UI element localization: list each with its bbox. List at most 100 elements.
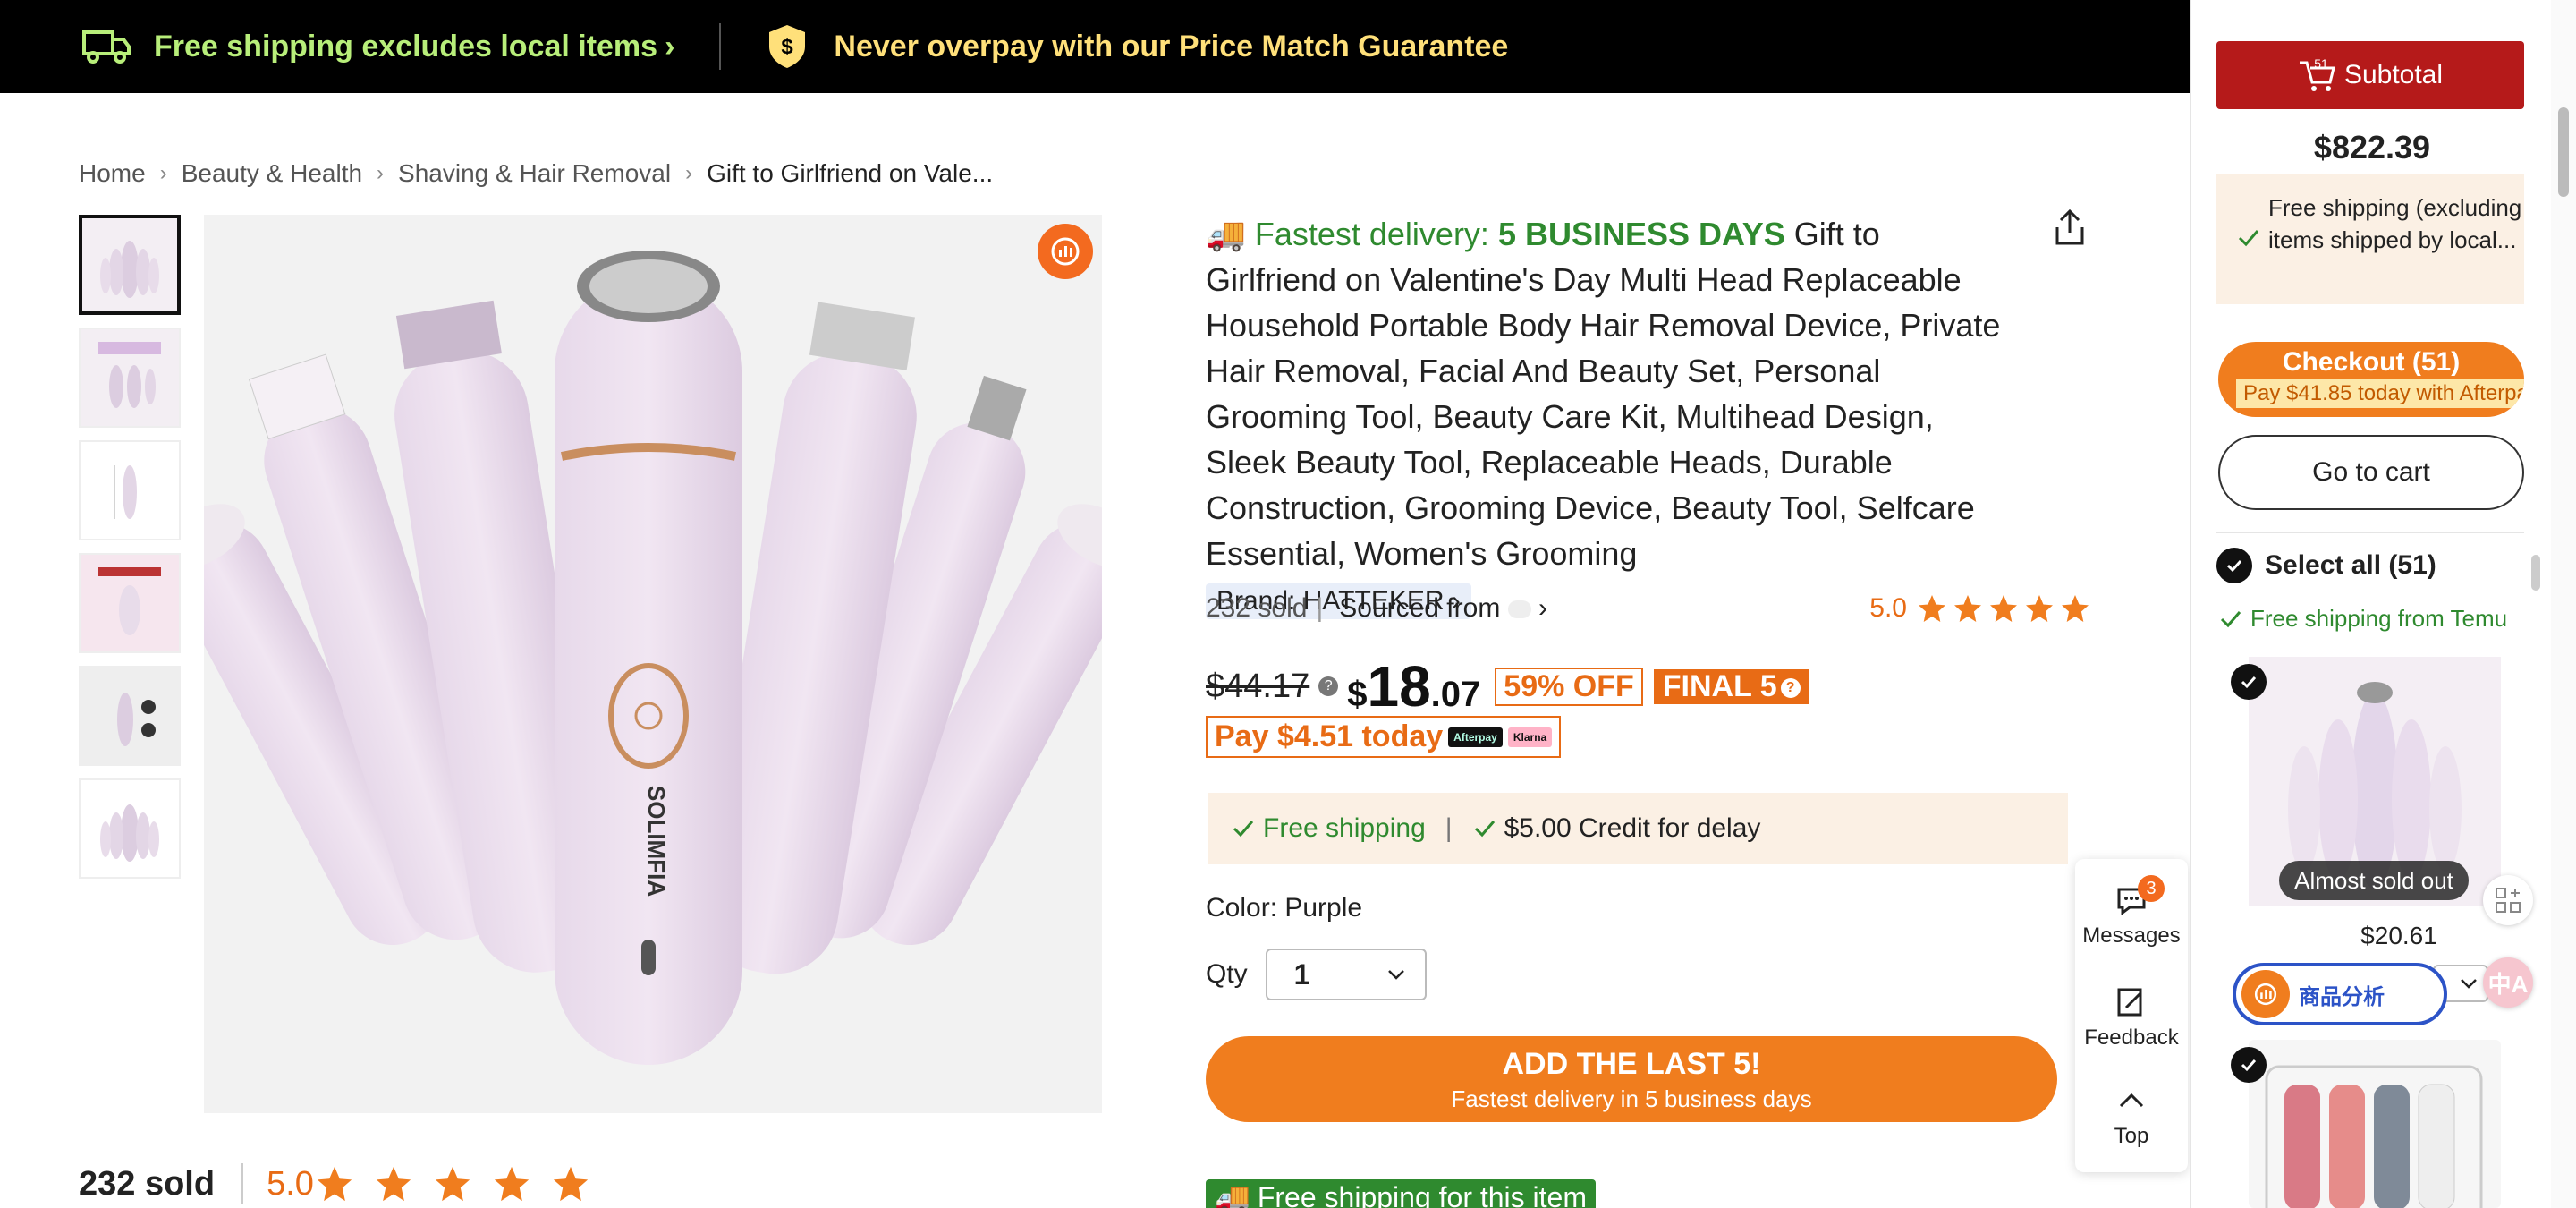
subtotal-amount: $822.39 bbox=[2313, 129, 2431, 166]
main-product-image[interactable]: SOLIMFIA bbox=[204, 215, 1102, 1113]
price-integer: 18 bbox=[1367, 654, 1431, 719]
discount-badge: 59% OFF bbox=[1495, 667, 1643, 706]
star-icon bbox=[494, 1166, 530, 1202]
cart-item-2-image[interactable] bbox=[2249, 1040, 2501, 1208]
star-icon bbox=[1990, 595, 2017, 622]
thumbnail-2[interactable] bbox=[79, 328, 181, 428]
add-button-label: ADD THE LAST 5! bbox=[1502, 1047, 1761, 1081]
product-photo: SOLIMFIA bbox=[204, 251, 1102, 1065]
subtotal-button[interactable]: 51 Subtotal bbox=[2216, 41, 2524, 109]
quantity-row: Qty 1 bbox=[1206, 949, 1427, 1000]
back-to-top-button[interactable]: Top bbox=[2075, 1083, 2188, 1149]
thumbnail-1[interactable] bbox=[79, 215, 181, 315]
bottom-rating[interactable]: 5.0 bbox=[242, 1163, 591, 1204]
bottom-rating-value: 5.0 bbox=[267, 1164, 314, 1203]
checkout-button[interactable]: Checkout (51) Pay $41.85 today with Afte… bbox=[2218, 342, 2524, 417]
qty-label: Qty bbox=[1206, 959, 1248, 989]
scroll-thumb[interactable] bbox=[2558, 107, 2569, 197]
cart-item-2-checkbox[interactable] bbox=[2231, 1047, 2267, 1083]
thumbnail-5[interactable] bbox=[79, 666, 181, 766]
price-match-banner[interactable]: $ Never overpay with our Price Match Gua… bbox=[766, 23, 1508, 70]
add-to-cart-button[interactable]: ADD THE LAST 5! Fastest delivery in 5 bu… bbox=[1206, 1036, 2057, 1122]
divider: | bbox=[1445, 813, 1453, 843]
breadcrumb-separator: › bbox=[159, 161, 167, 185]
feedback-icon bbox=[2117, 988, 2142, 1017]
product-thumbnail-image bbox=[100, 241, 159, 298]
messages-label: Messages bbox=[2082, 923, 2181, 948]
price-info-icon[interactable]: ? bbox=[1318, 676, 1339, 696]
grid-plus-icon[interactable] bbox=[2483, 875, 2533, 925]
sold-count: 232 sold bbox=[1206, 593, 1308, 623]
free-temu-text: Free shipping from Temu bbox=[2250, 605, 2508, 632]
quantity-select[interactable]: 1 bbox=[1265, 949, 1427, 1000]
price-match-text: Never overpay with our Price Match Guara… bbox=[834, 29, 1509, 64]
breadcrumb-shaving[interactable]: Shaving & Hair Removal bbox=[398, 159, 671, 188]
top-label: Top bbox=[2114, 1124, 2149, 1148]
breadcrumb-current: Gift to Girlfriend on Vale... bbox=[707, 159, 994, 187]
free-shipping-temu: Free shipping from Temu bbox=[2218, 605, 2507, 633]
cart-item-price: $20.61 bbox=[2360, 922, 2437, 949]
translate-icon[interactable]: 中A bbox=[2483, 957, 2533, 1008]
sidebar-scrollbar[interactable] bbox=[2531, 555, 2540, 591]
star-icon bbox=[1954, 595, 1981, 622]
pay-today-badge[interactable]: Pay $4.51 today Afterpay Klarna bbox=[1206, 716, 1562, 758]
currency-symbol: $ bbox=[1347, 675, 1368, 714]
breadcrumb: Home › Beauty & Health › Shaving & Hair … bbox=[79, 159, 993, 188]
thumbnail-6[interactable] bbox=[79, 778, 181, 879]
product-title-text: Gift to Girlfriend on Valentine's Day Mu… bbox=[1206, 216, 2001, 572]
messages-button[interactable]: 3 Messages bbox=[2075, 875, 2188, 949]
afterpay-logo: Afterpay bbox=[1448, 727, 1503, 747]
breadcrumb-beauty[interactable]: Beauty & Health bbox=[182, 159, 362, 188]
price-row: $44.17 ? $18.07 59% OFF FINAL 5? bbox=[1206, 653, 1809, 719]
thumbnail-list bbox=[79, 215, 181, 891]
question-icon: ? bbox=[1780, 677, 1801, 698]
shipping-info-box[interactable]: Free shipping | $5.00 Credit for delay bbox=[1208, 793, 2068, 864]
cart-item-1-checkbox[interactable] bbox=[2231, 664, 2267, 700]
final-text: FINAL 5 bbox=[1662, 668, 1777, 703]
breadcrumb-separator: › bbox=[685, 161, 693, 185]
check-icon bbox=[2238, 230, 2259, 247]
feedback-button[interactable]: Feedback bbox=[2075, 984, 2188, 1051]
top-banner: Free shipping excludes local items › $ N… bbox=[0, 0, 2190, 93]
chevron-up-icon bbox=[2119, 1093, 2144, 1108]
source-logo-icon bbox=[1507, 600, 1531, 619]
rating-value: 5.0 bbox=[1869, 593, 1907, 623]
svg-text:$: $ bbox=[782, 35, 794, 59]
page-scrollbar[interactable] bbox=[2551, 0, 2576, 1208]
fast-label: Fastest delivery: bbox=[1254, 216, 1489, 252]
share-icon[interactable] bbox=[2052, 208, 2088, 247]
almost-sold-out-badge: Almost sold out bbox=[2279, 861, 2469, 900]
thumbnail-4[interactable] bbox=[79, 553, 181, 653]
chevron-down-icon bbox=[2461, 979, 2477, 989]
cart-count: 51 bbox=[2314, 57, 2328, 71]
shipping-banner-text: Free shipping excludes local items bbox=[154, 29, 658, 64]
final-badge[interactable]: FINAL 5? bbox=[1653, 668, 1809, 704]
current-price: $18.07 bbox=[1347, 653, 1480, 719]
star-icon bbox=[2062, 595, 2089, 622]
product-thumbnail-image bbox=[117, 693, 156, 746]
star-icon bbox=[2026, 595, 2053, 622]
product-analysis-button[interactable]: 商品分析 bbox=[2233, 963, 2447, 1025]
add-button-sublabel: Fastest delivery in 5 business days bbox=[1451, 1085, 1812, 1112]
breadcrumb-home[interactable]: Home bbox=[79, 159, 146, 188]
shield-dollar-icon: $ bbox=[769, 25, 806, 68]
cart-shipping-note: Free shipping (excluding items shipped b… bbox=[2216, 174, 2524, 304]
sourced-from-link[interactable]: Sourced from › bbox=[1339, 593, 1547, 624]
messages-badge: 3 bbox=[2138, 875, 2165, 902]
color-label: Color: Purple bbox=[1206, 893, 1363, 923]
shipping-banner-link[interactable]: Free shipping excludes local items › bbox=[0, 27, 674, 66]
free-shipping-text: Free shipping bbox=[1263, 813, 1426, 843]
breadcrumb-separator: › bbox=[377, 161, 385, 185]
free-shipping-item-banner[interactable]: 🚚 Free shipping for this item bbox=[1206, 1179, 1596, 1208]
ship-note-text: Free shipping (excluding items shipped b… bbox=[2268, 194, 2522, 253]
divider: | bbox=[1316, 593, 1324, 623]
delivery-truck-icon: 🚚 bbox=[1206, 216, 1246, 252]
star-icon bbox=[1919, 595, 1945, 622]
rating-summary[interactable]: 5.0 bbox=[1869, 592, 2091, 625]
image-analysis-button[interactable] bbox=[1038, 224, 1093, 279]
select-all-checkbox[interactable]: Select all (51) bbox=[2216, 548, 2436, 583]
thumbnail-3[interactable] bbox=[79, 440, 181, 540]
go-to-cart-button[interactable]: Go to cart bbox=[2218, 435, 2524, 510]
chart-analysis-icon bbox=[1051, 237, 1080, 266]
checkout-label: Checkout (51) bbox=[2282, 347, 2461, 377]
